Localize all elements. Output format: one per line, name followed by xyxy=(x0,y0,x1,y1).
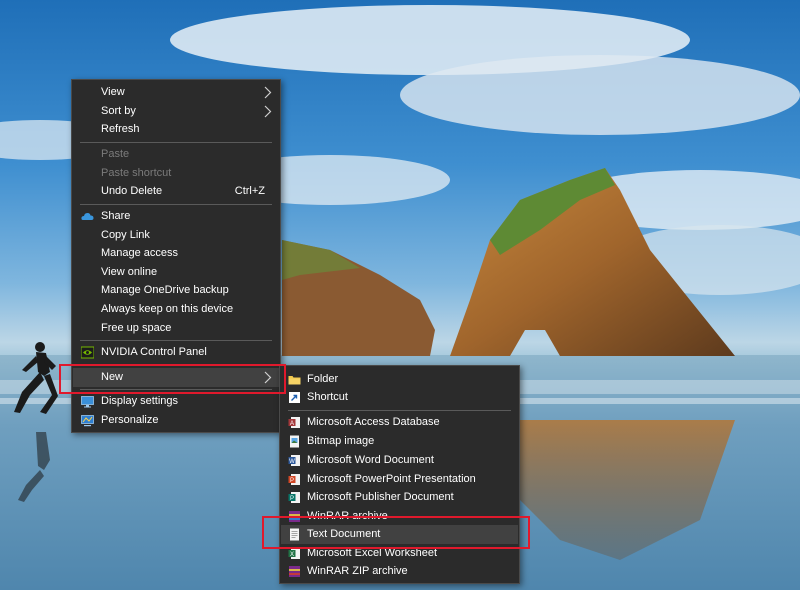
menu-item-display-settings[interactable]: Display settings xyxy=(73,392,279,411)
access-icon: A xyxy=(288,417,300,428)
undo-delete-shortcut: Ctrl+Z xyxy=(234,185,265,197)
desktop-background[interactable]: View Sort by Refresh Paste Paste shortcu… xyxy=(0,0,800,590)
new-item-access[interactable]: A Microsoft Access Database xyxy=(281,413,518,432)
menu-item-nvidia-control-panel[interactable]: NVIDIA Control Panel xyxy=(73,343,279,362)
personalize-icon xyxy=(81,415,94,427)
menu-item-always-keep-label: Always keep on this device xyxy=(101,303,234,315)
new-item-shortcut[interactable]: Shortcut xyxy=(281,388,518,407)
menu-item-display-settings-label: Display settings xyxy=(101,395,179,407)
folder-icon xyxy=(288,376,301,385)
new-item-powerpoint[interactable]: P Microsoft PowerPoint Presentation xyxy=(281,470,518,489)
menu-separator xyxy=(80,340,272,341)
menu-item-share-label: Share xyxy=(101,210,131,222)
onedrive-cloud-icon xyxy=(81,213,94,220)
svg-text:W: W xyxy=(289,459,295,465)
new-item-word-label: Microsoft Word Document xyxy=(307,454,434,466)
menu-item-undo-delete[interactable]: Undo Delete Ctrl+Z xyxy=(73,182,279,201)
new-item-excel-label: Microsoft Excel Worksheet xyxy=(307,547,438,559)
menu-item-manage-onedrive-backup[interactable]: Manage OneDrive backup xyxy=(73,281,279,300)
word-icon: W xyxy=(288,455,300,466)
new-item-publisher-label: Microsoft Publisher Document xyxy=(307,491,454,503)
powerpoint-icon: P xyxy=(288,474,300,485)
new-item-bitmap-label: Bitmap image xyxy=(307,435,375,447)
winrar-icon xyxy=(289,511,300,522)
menu-item-sort-by[interactable]: Sort by xyxy=(73,102,279,121)
menu-item-paste-shortcut[interactable]: Paste shortcut xyxy=(73,164,279,183)
menu-item-manage-access-label: Manage access xyxy=(101,247,179,259)
menu-item-view[interactable]: View xyxy=(73,83,279,102)
chevron-right-icon xyxy=(264,105,272,118)
new-item-publisher[interactable]: P Microsoft Publisher Document xyxy=(281,488,518,507)
menu-item-personalize[interactable]: Personalize xyxy=(73,411,279,430)
menu-item-manage-access[interactable]: Manage access xyxy=(73,244,279,263)
menu-item-personalize-label: Personalize xyxy=(101,414,159,426)
new-item-powerpoint-label: Microsoft PowerPoint Presentation xyxy=(307,473,476,485)
menu-item-copy-link[interactable]: Copy Link xyxy=(73,226,279,245)
menu-item-view-online[interactable]: View online xyxy=(73,263,279,282)
menu-item-undo-delete-label: Undo Delete xyxy=(101,185,163,197)
menu-item-free-up-space[interactable]: Free up space xyxy=(73,319,279,338)
chevron-right-icon xyxy=(264,86,272,99)
svg-text:A: A xyxy=(290,421,294,427)
shortcut-icon xyxy=(289,392,300,403)
publisher-icon: P xyxy=(288,492,300,503)
menu-item-share[interactable]: Share xyxy=(73,207,279,226)
new-item-access-label: Microsoft Access Database xyxy=(307,416,440,428)
menu-separator xyxy=(80,142,272,143)
bitmap-image-icon xyxy=(290,435,299,448)
new-item-winrar-label: WinRAR archive xyxy=(307,510,388,522)
svg-text:P: P xyxy=(290,496,294,502)
new-item-word[interactable]: W Microsoft Word Document xyxy=(281,451,518,470)
menu-item-paste-shortcut-label: Paste shortcut xyxy=(101,167,172,179)
menu-separator xyxy=(80,389,272,390)
menu-item-sort-by-label: Sort by xyxy=(101,105,136,117)
display-settings-icon xyxy=(81,396,94,408)
svg-text:P: P xyxy=(290,478,294,484)
excel-icon: X xyxy=(288,548,300,559)
chevron-right-icon xyxy=(264,371,272,384)
menu-item-view-label: View xyxy=(101,86,125,98)
menu-item-refresh-label: Refresh xyxy=(101,123,140,135)
menu-separator xyxy=(80,204,272,205)
new-item-shortcut-label: Shortcut xyxy=(307,391,348,403)
new-item-bitmap[interactable]: Bitmap image xyxy=(281,432,518,451)
menu-separator xyxy=(80,365,272,366)
new-submenu: Folder Shortcut A Microsoft Access Datab… xyxy=(279,365,520,584)
new-item-folder-label: Folder xyxy=(307,373,339,385)
new-item-winrar[interactable]: WinRAR archive xyxy=(281,507,518,526)
new-item-text-document-label: Text Document xyxy=(307,528,381,540)
menu-item-copy-link-label: Copy Link xyxy=(101,229,150,241)
menu-item-new-label: New xyxy=(101,371,124,383)
menu-item-view-online-label: View online xyxy=(101,266,158,278)
menu-item-refresh[interactable]: Refresh xyxy=(73,120,279,139)
new-item-folder[interactable]: Folder xyxy=(281,370,518,389)
desktop-context-menu: View Sort by Refresh Paste Paste shortcu… xyxy=(71,79,281,433)
winrar-zip-icon xyxy=(289,566,300,577)
new-item-winrar-zip-label: WinRAR ZIP archive xyxy=(307,565,408,577)
new-item-text-document[interactable]: Text Document xyxy=(281,525,518,544)
new-item-winrar-zip[interactable]: WinRAR ZIP archive xyxy=(281,562,518,581)
menu-item-paste-label: Paste xyxy=(101,148,130,160)
nvidia-icon xyxy=(81,346,94,359)
menu-item-new[interactable]: New xyxy=(73,368,279,387)
text-document-icon xyxy=(290,528,299,541)
menu-item-free-up-space-label: Free up space xyxy=(101,322,172,334)
menu-item-nvidia-label: NVIDIA Control Panel xyxy=(101,346,207,358)
new-item-excel[interactable]: X Microsoft Excel Worksheet xyxy=(281,544,518,563)
menu-item-always-keep[interactable]: Always keep on this device xyxy=(73,300,279,319)
menu-item-paste[interactable]: Paste xyxy=(73,145,279,164)
svg-text:X: X xyxy=(290,552,294,558)
menu-separator xyxy=(288,410,511,411)
menu-item-manage-onedrive-backup-label: Manage OneDrive backup xyxy=(101,284,229,296)
